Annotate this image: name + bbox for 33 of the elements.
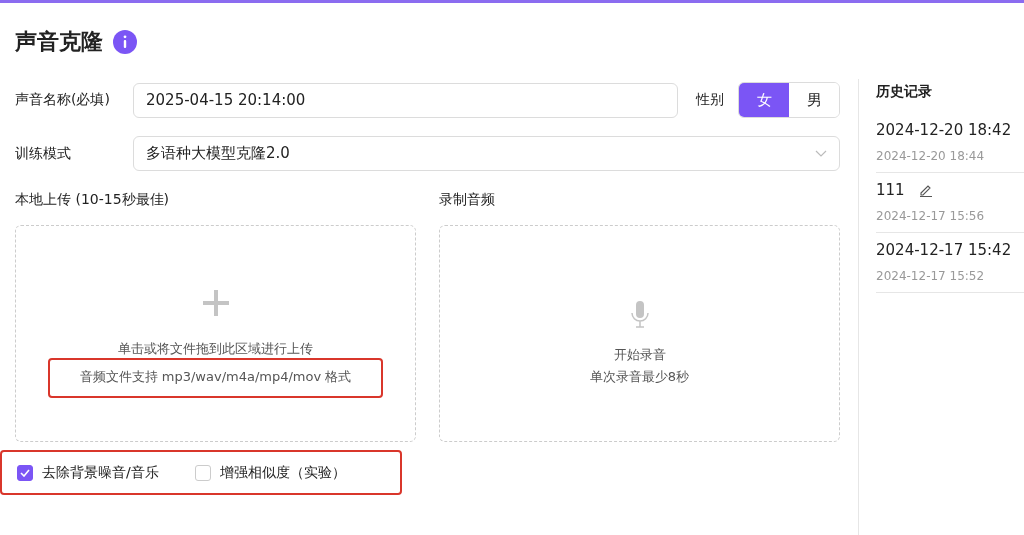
record-area[interactable]: 开始录音 单次录音最少8秒 [439,225,840,442]
field-label: 训练模式 [15,144,72,163]
history-name: 111 [876,181,905,199]
page-title: 声音克隆 [15,28,103,56]
history-name: 2024-12-17 15:42 [876,241,1012,259]
name-input[interactable]: 2025-04-15 20:14:00 [133,82,678,118]
microphone-icon [630,301,649,328]
history-time: 2024-12-17 15:52 [876,269,986,283]
gender-option[interactable]: 女 [739,83,789,117]
history-item[interactable]: 111 2024-12-17 15:56 [876,173,1024,233]
history-name: 2024-12-20 18:42 [876,121,1012,139]
chevron-down-icon [815,149,827,158]
section-label: 本地上传 (10-15秒最佳) [15,191,171,209]
field-label: 性别 [696,91,724,109]
field-label: 声音名称(必填) [15,91,111,109]
history-item[interactable]: 2024-12-20 18:42 2024-12-20 18:44 [876,113,1024,173]
pencil-icon[interactable] [918,183,933,197]
history-time: 2024-12-17 15:56 [876,209,986,223]
info-icon[interactable] [113,30,137,54]
option-checkbox[interactable]: 去除背景噪音/音乐 [17,463,159,482]
mode-select[interactable]: 多语种大模型克隆2.0 [133,136,840,171]
format-note: 音频文件支持 mp3/wav/m4a/mp4/mov 格式 [47,357,384,398]
record-hint: 单次录音最少8秒 [589,368,690,386]
check-icon [20,468,30,477]
history-title: 历史记录 [876,83,933,101]
history-time: 2024-12-20 18:44 [876,149,986,163]
plus-icon [202,289,229,316]
record-action: 开始录音 [613,346,666,364]
section-label: 录制音频 [439,191,496,209]
upload-area[interactable]: 单击或将文件拖到此区域进行上传 音频文件支持 mp3/wav/m4a/mp4/mov 格式 [15,225,416,442]
option-checkbox[interactable]: 增强相似度（实验） [194,463,346,482]
upload-hint: 单击或将文件拖到此区域进行上传 [118,339,313,358]
history-item[interactable]: 2024-12-17 15:42 2024-12-17 15:52 [876,233,1024,293]
